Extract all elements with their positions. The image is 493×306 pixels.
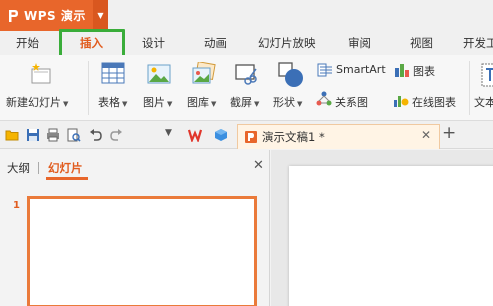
table-button[interactable]: 表格 ▼ [98,94,127,110]
active-tab-indicator [46,177,88,180]
panel-tabs: 大纲 幻灯片 ✕ [0,150,270,180]
shapes-icon[interactable] [278,62,304,88]
caret-down-icon: ▼ [297,100,303,108]
caret-down-icon: ▼ [211,100,217,108]
ribbon-panel: 新建幻灯片 ▼ 表格 ▼ 图片 ▼ 图库 ▼ 截屏 ▼ 形状 ▼ SmartAr… [0,55,493,121]
slide-panel: 大纲 幻灯片 ✕ 1 [0,150,270,306]
caret-down-icon: ▼ [63,100,69,108]
open-icon[interactable] [5,128,19,142]
chart-icon[interactable] [394,62,410,78]
divider [88,61,89,115]
redo-icon[interactable] [109,128,123,142]
document-title: 演示文稿1 * [262,130,325,144]
text-button[interactable]: 文本 [474,94,493,110]
slide-thumbnail[interactable] [27,196,257,306]
picture-label: 图片 [143,96,165,109]
tab-animation[interactable]: 动画 [204,35,227,51]
picture-icon[interactable] [147,64,171,84]
app-title: WPS 演示 [24,9,86,23]
divider [469,61,470,115]
screenshot-label: 截屏 [230,96,252,109]
tab-slideshow[interactable]: 幻灯片放映 [258,35,316,51]
gallery-label: 图库 [187,96,209,109]
cube-icon[interactable] [214,128,228,142]
new-slide-icon[interactable] [28,61,54,87]
new-slide-label: 新建幻灯片 [6,96,61,109]
smartart-icon[interactable] [317,63,333,77]
tab-developer[interactable]: 开发工 [463,35,493,51]
app-menu-button[interactable]: WPS 演示 ▼ [0,0,108,31]
wps-presentation-logo-icon [9,9,18,22]
chart-button[interactable]: 图表 [413,63,435,79]
screenshot-icon[interactable] [235,63,259,85]
add-tab-icon[interactable]: + [442,123,456,143]
dropdown-icon[interactable]: ▼ [165,128,172,138]
tab-home[interactable]: 开始 [16,35,39,51]
save-icon[interactable] [26,128,40,142]
tab-outline[interactable]: 大纲 [7,160,30,176]
document-tab[interactable]: 演示文稿1 * ✕ [237,124,440,149]
online-chart-button[interactable]: 在线图表 [412,94,456,110]
close-icon[interactable]: ✕ [253,158,264,173]
new-slide-button[interactable]: 新建幻灯片 ▼ [6,94,68,110]
picture-button[interactable]: 图片 ▼ [143,94,172,110]
tab-slides[interactable]: 幻灯片 [48,160,83,176]
relation-diagram-icon[interactable] [316,91,332,107]
online-chart-icon[interactable] [393,92,409,108]
slide-number: 1 [13,200,20,211]
print-preview-icon[interactable] [67,128,81,142]
shapes-button[interactable]: 形状 ▼ [273,94,302,110]
editing-area [271,150,493,306]
print-icon[interactable] [46,128,60,142]
tab-view[interactable]: 视图 [410,35,433,51]
quick-access-toolbar: ▼ 演示文稿1 * ✕ + [0,121,493,149]
chevron-down-icon[interactable]: ▼ [93,0,108,31]
gallery-button[interactable]: 图库 ▼ [187,94,216,110]
caret-down-icon: ▼ [167,100,173,108]
divider [38,162,39,174]
undo-icon[interactable] [89,128,103,142]
presentation-file-icon [245,131,257,143]
tab-review[interactable]: 审阅 [348,35,371,51]
relation-diagram-button[interactable]: 关系图 [335,94,368,110]
textbox-icon[interactable] [480,62,493,88]
table-label: 表格 [98,96,120,109]
wps-logo-icon[interactable] [188,128,202,142]
screenshot-button[interactable]: 截屏 ▼ [230,94,259,110]
gallery-icon[interactable] [192,62,216,86]
tab-design[interactable]: 设计 [142,35,165,51]
slide-canvas[interactable] [289,166,493,306]
title-bar: WPS 演示 ▼ [0,0,493,31]
smartart-button[interactable]: SmartArt [336,63,386,76]
caret-down-icon: ▼ [254,100,260,108]
shapes-label: 形状 [273,96,295,109]
close-icon[interactable]: ✕ [421,128,431,142]
caret-down-icon: ▼ [122,100,128,108]
table-icon[interactable] [101,62,125,84]
